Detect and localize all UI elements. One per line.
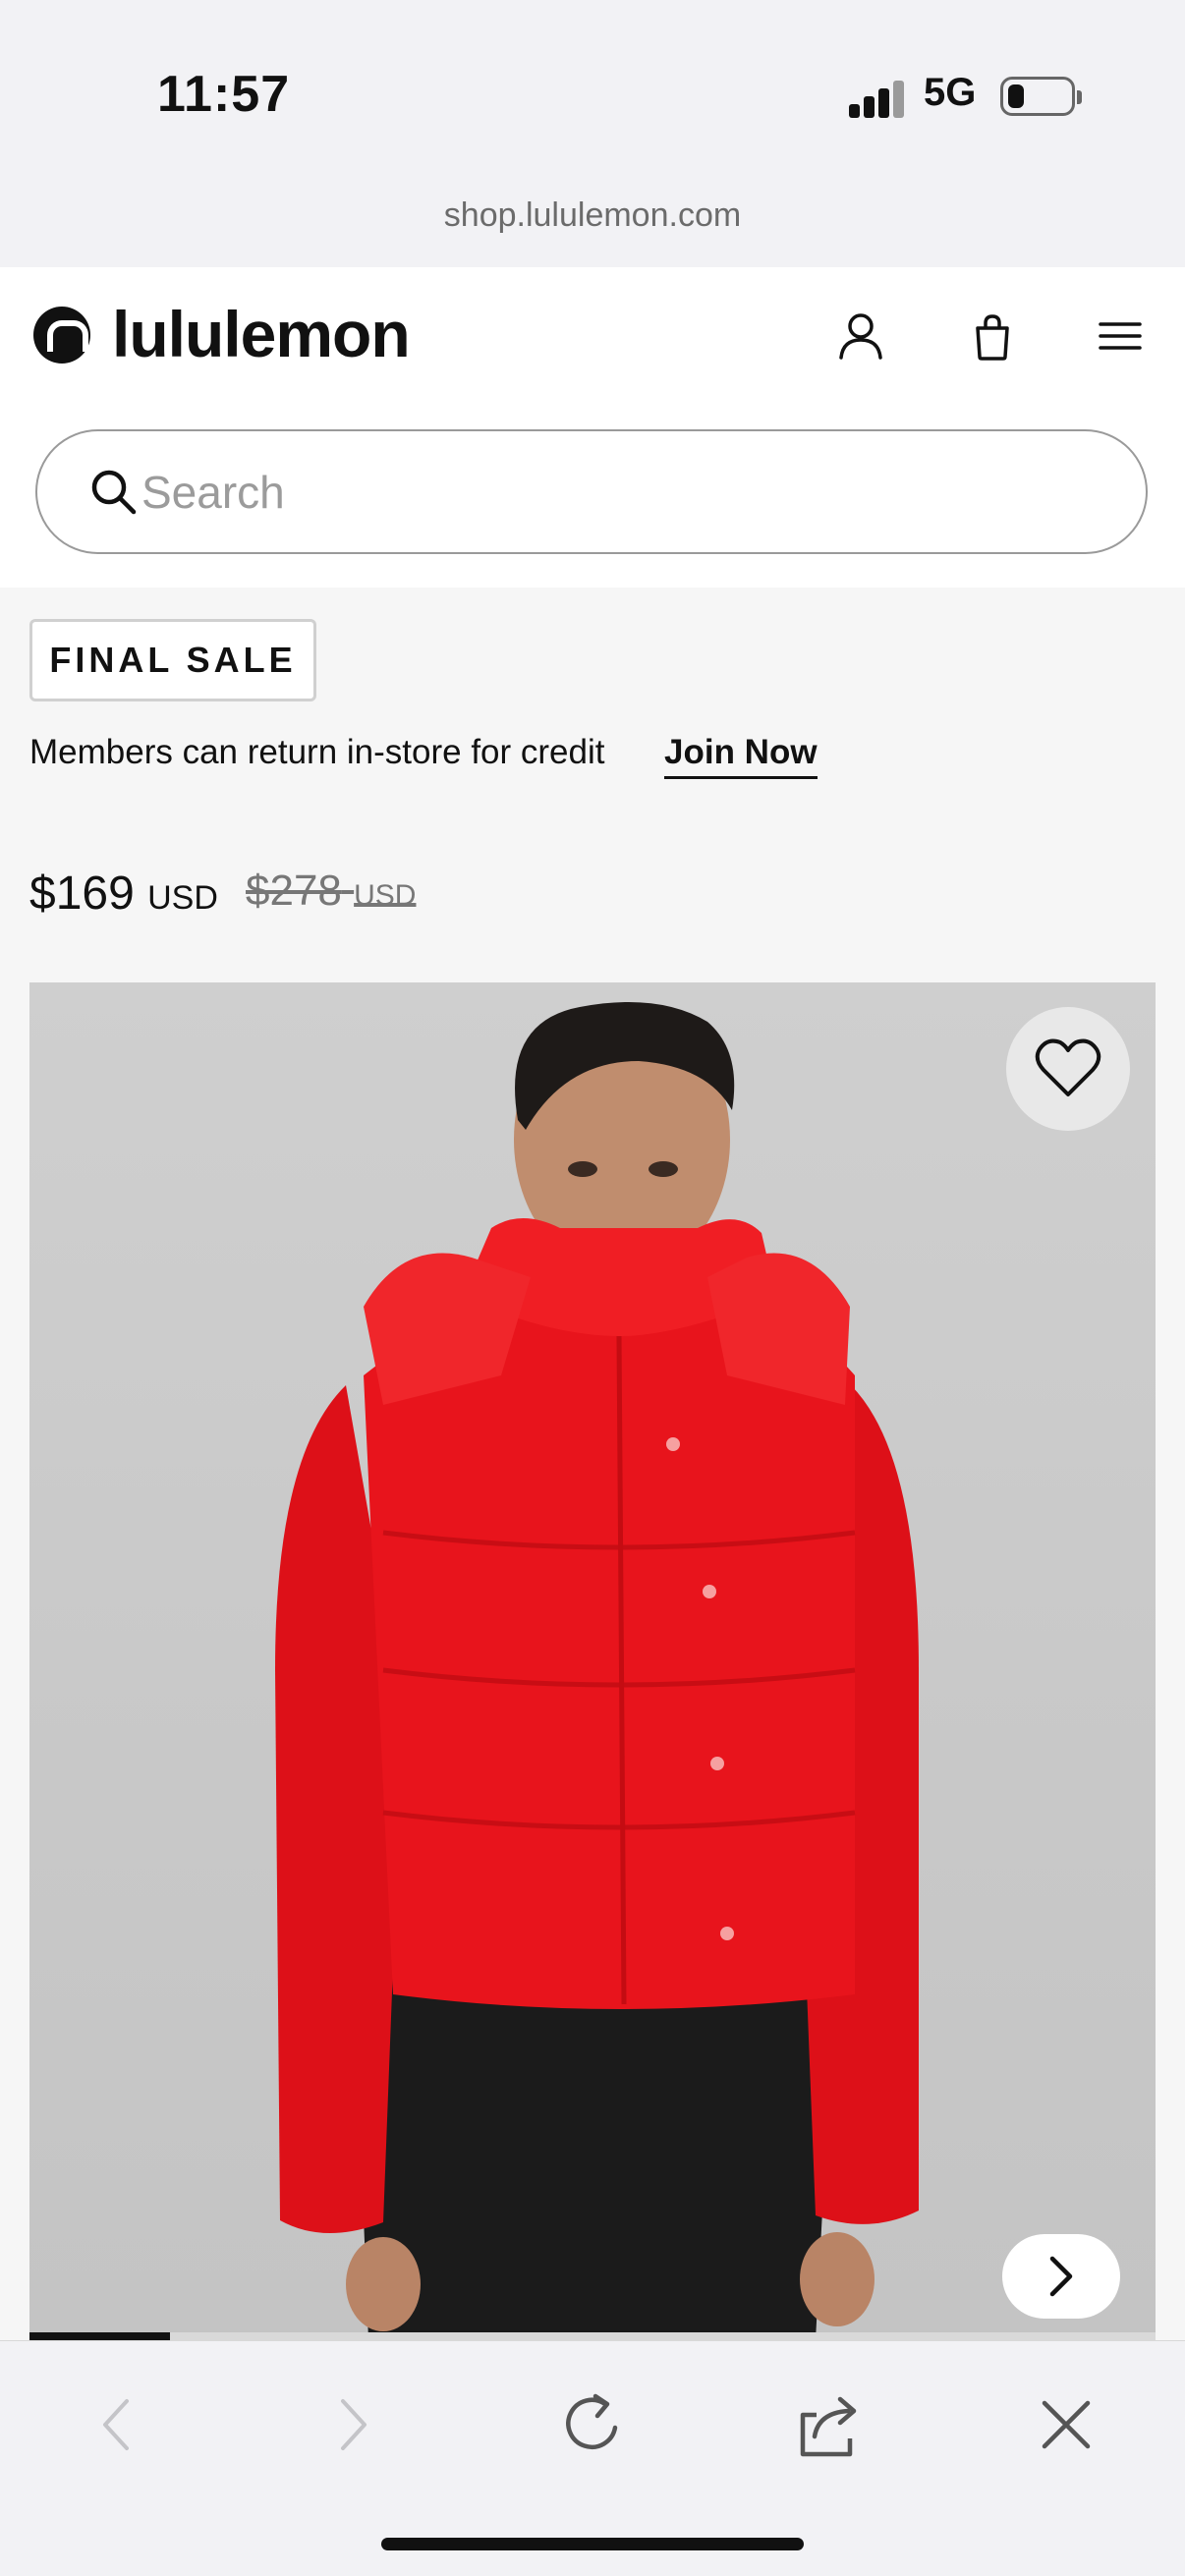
menu-icon[interactable] [1093,308,1148,364]
network-label: 5G [924,71,977,114]
forward-button[interactable] [309,2380,397,2469]
join-now-link[interactable]: Join Now [664,733,818,779]
url-bar[interactable]: shop.lululemon.com [0,196,1185,235]
model-illustration [275,1002,919,2340]
original-price-currency: USD [354,879,417,912]
search-bar[interactable] [35,429,1148,554]
logo-icon[interactable] [33,307,90,364]
search-icon [91,470,137,515]
page: 11:57 5G shop.lululemon.com lululemon Se… [0,0,1185,2576]
close-icon [1042,2400,1091,2449]
original-price: $278 USD [246,867,416,916]
sale-price-amount: $169 [29,868,135,920]
product-image[interactable] [29,982,1156,2340]
reload-button[interactable] [548,2380,637,2469]
chevron-right-icon [1049,2256,1073,2297]
back-icon [103,2399,129,2450]
web-content: lululemon FINAL SALE Members can r [0,267,1185,2340]
sale-price-currency: USD [147,879,218,917]
members-return-text: Members can return in-store for credit [29,733,605,771]
browser-toolbar [0,2340,1185,2576]
back-button[interactable] [73,2380,161,2469]
favorite-button[interactable] [1006,1007,1130,1131]
close-tab-button[interactable] [1022,2380,1110,2469]
brand-logo[interactable]: lululemon [112,297,411,371]
gallery-progress [29,2332,1156,2340]
site-header: lululemon [0,267,1185,588]
status-time: 11:57 [157,66,291,123]
heart-icon [1035,1038,1101,1096]
share-icon [800,2396,857,2457]
sale-price: $169 USD [29,867,218,921]
forward-icon [341,2399,367,2450]
status-bar: 11:57 5G [0,0,1185,177]
original-price-amount: $278 [246,867,342,915]
account-icon[interactable] [833,308,888,364]
gallery-progress-fill [29,2332,171,2340]
bag-icon[interactable] [965,308,1020,364]
share-button[interactable] [786,2380,875,2469]
reload-icon [566,2393,618,2449]
final-sale-badge: FINAL SALE [29,619,316,701]
home-indicator [381,2538,804,2550]
signal-icon [849,79,908,118]
next-image-button[interactable] [1002,2234,1120,2319]
search-input[interactable] [141,453,1075,532]
battery-icon [1000,77,1082,116]
